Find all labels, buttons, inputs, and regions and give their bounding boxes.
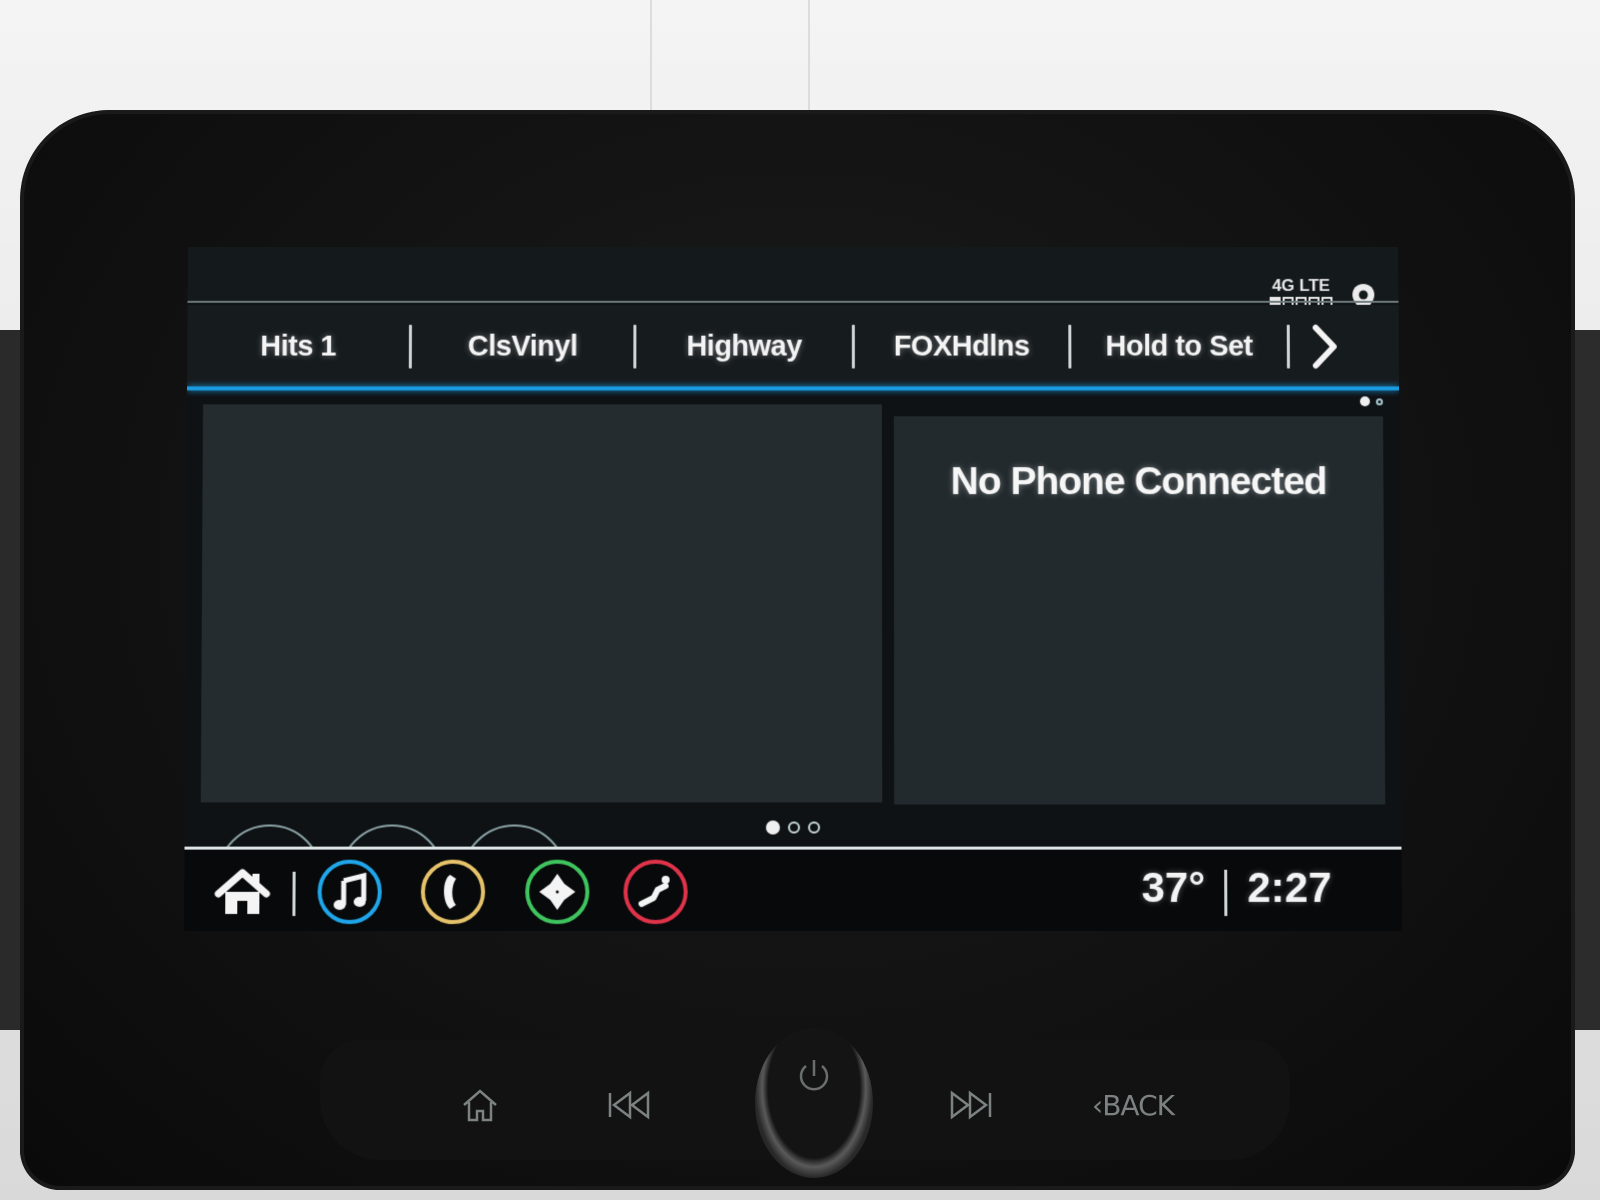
preset-tab[interactable]: Hits 1 [187, 317, 409, 377]
presets-next-button[interactable] [1290, 317, 1360, 377]
outside-temperature: 37° [1141, 863, 1206, 911]
seat-settings-button[interactable] [623, 859, 688, 925]
home-icon [463, 1089, 497, 1122]
back-label: BACK [1102, 1088, 1175, 1122]
preset-bar-accent [187, 386, 1399, 391]
now-playing-panel[interactable] [200, 404, 883, 932]
skip-previous-icon [608, 1090, 650, 1120]
phone-icon [443, 874, 457, 909]
power-icon [799, 1060, 829, 1091]
divider [292, 871, 296, 916]
clock: 2:27 [1247, 863, 1332, 911]
wall-line [650, 0, 652, 115]
page-dot [808, 821, 821, 834]
power-volume-knob[interactable] [755, 1028, 873, 1178]
infotainment-screen: 4G LTE Hits 1 ClsVinyl Highway FOXHdlns … [183, 247, 1403, 932]
status-bar: 4G LTE [187, 247, 1399, 312]
hw-back-button[interactable]: ‹ BACK [1078, 1080, 1188, 1130]
page-dot-active [765, 820, 780, 835]
page-dot [787, 821, 801, 834]
hw-next-button[interactable] [940, 1080, 1000, 1130]
network-indicator: 4G LTE [1269, 275, 1333, 308]
chevron-left-icon: ‹ [1092, 1088, 1103, 1122]
preset-tab[interactable]: Highway [636, 317, 852, 377]
hw-home-button[interactable] [450, 1080, 510, 1130]
nav-cross-icon [539, 873, 576, 910]
phone-panel[interactable]: No Phone Connected [893, 416, 1386, 805]
home-page-indicator [765, 820, 821, 835]
chevron-right-icon [1310, 324, 1340, 370]
hw-previous-button[interactable] [600, 1080, 660, 1130]
home-icon[interactable] [214, 868, 270, 918]
network-label: 4G LTE [1271, 275, 1331, 295]
divider [1224, 869, 1228, 916]
wall-line [808, 0, 810, 115]
phone-status-message: No Phone Connected [950, 460, 1327, 504]
preset-tab[interactable]: Hold to Set [1071, 317, 1287, 377]
divider [187, 300, 1399, 303]
preset-tab[interactable]: FOXHdlns [855, 317, 1069, 377]
skip-next-icon [950, 1090, 992, 1120]
preset-page-indicator [1359, 396, 1383, 407]
audio-app-button[interactable] [317, 859, 382, 925]
music-note-icon [333, 873, 367, 911]
page-dot-active [1359, 396, 1370, 407]
navigation-app-button[interactable] [525, 859, 590, 925]
phone-app-button[interactable] [420, 859, 486, 925]
bottom-bar: 37° 2:27 [183, 849, 1403, 932]
preset-tab[interactable]: ClsVinyl [412, 317, 634, 377]
preset-bar: Hits 1 ClsVinyl Highway FOXHdlns Hold to… [187, 304, 1399, 389]
page-dot [1375, 397, 1383, 405]
seat-icon [636, 875, 676, 912]
